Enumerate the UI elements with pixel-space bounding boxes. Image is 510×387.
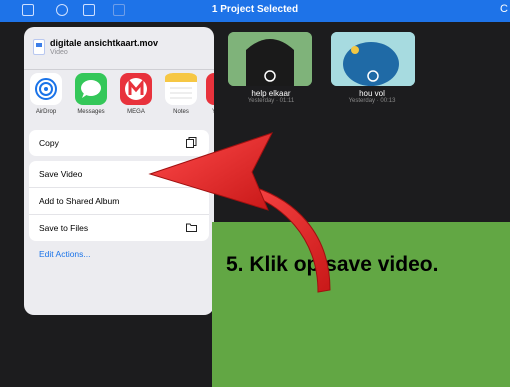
- more-icon[interactable]: C: [500, 3, 508, 15]
- add-to-shared-album-action[interactable]: Add to Shared Album: [29, 188, 209, 215]
- messages-icon[interactable]: [75, 73, 107, 105]
- copy-icon: [186, 137, 197, 148]
- save-to-files-action[interactable]: Save to Files: [29, 215, 209, 241]
- instruction-text: 5. Klik op save video.: [226, 253, 439, 276]
- project-thumbnail-hou-vol[interactable]: [331, 32, 415, 86]
- edit-actions-link[interactable]: Edit Actions...: [39, 249, 91, 259]
- app-label-notes: Notes: [173, 109, 189, 115]
- toolbar-title: 1 Project Selected: [211, 4, 299, 15]
- thumbnail-image: [331, 32, 415, 86]
- file-type: Video: [50, 49, 68, 56]
- app-label-partial: Y: [211, 109, 214, 115]
- mega-icon[interactable]: [120, 73, 152, 105]
- save-video-label: Save Video: [39, 169, 83, 179]
- project-meta: Yesterday · 01:11: [247, 98, 295, 104]
- share-sheet-header: digitale ansichtkaart.mov Video: [24, 27, 214, 67]
- actions-group: Save Video Add to Shared Album Save to F…: [29, 161, 209, 241]
- divider: [24, 69, 214, 70]
- copy-action[interactable]: Copy: [29, 130, 209, 156]
- share-apps-row: AirDrop Messages MEGA Notes Y: [24, 73, 214, 121]
- instruction-panel: 5. Klik op save video.: [212, 222, 510, 387]
- video-file-icon: [33, 39, 45, 55]
- project-meta: Yesterday · 00:13: [348, 98, 396, 104]
- app-label-messages: Messages: [77, 109, 105, 115]
- save-video-action[interactable]: Save Video: [29, 161, 209, 188]
- app-label-airdrop: AirDrop: [35, 109, 57, 115]
- project-name: hou vol: [359, 89, 385, 98]
- app-label-mega: MEGA: [127, 109, 145, 115]
- add-to-shared-album-label: Add to Shared Album: [39, 196, 120, 206]
- top-toolbar: 1 Project Selected C: [0, 0, 510, 22]
- file-name: digitale ansichtkaart.mov: [50, 38, 159, 48]
- project-thumbnail-help-elkaar[interactable]: [228, 32, 312, 86]
- copy-label: Copy: [39, 138, 59, 148]
- share-sheet: digitale ansichtkaart.mov Video AirDrop …: [24, 27, 214, 315]
- folder-icon: [186, 223, 197, 232]
- save-to-files-label: Save to Files: [39, 223, 89, 233]
- airdrop-icon[interactable]: [30, 73, 62, 105]
- project-name: help elkaar: [251, 89, 291, 98]
- copy-group: Copy: [29, 130, 209, 156]
- thumbnail-image: [228, 32, 312, 86]
- notes-icon[interactable]: [165, 73, 197, 105]
- partial-app-icon[interactable]: [206, 73, 214, 105]
